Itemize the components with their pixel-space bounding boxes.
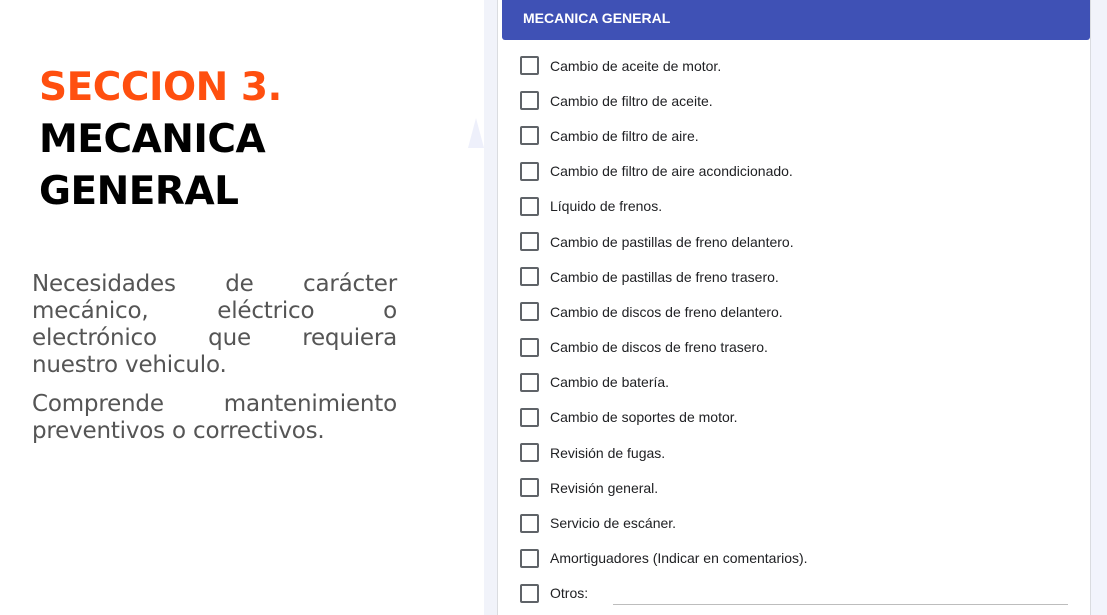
description-paragraph-2: Comprende mantenimiento preventivos o co… [32, 391, 397, 444]
checkbox[interactable] [520, 407, 539, 427]
decorative-stripe [1091, 30, 1107, 615]
checkbox[interactable] [520, 478, 539, 498]
checkbox[interactable] [520, 337, 539, 357]
checkbox-option[interactable]: Revisión general. [520, 470, 1080, 505]
page: SECCION 3. MECANICA GENERAL Necesidades … [0, 0, 1107, 615]
checkbox-option[interactable]: Revisión de fugas. [520, 435, 1080, 470]
form-card: MECANICA GENERAL Cambio de aceite de mot… [497, 0, 1091, 615]
checkbox-label: Cambio de pastillas de freno delantero. [550, 233, 794, 250]
checkbox-label: Cambio de filtro de aceite. [550, 92, 713, 109]
checkbox[interactable] [520, 126, 539, 146]
intro-column: SECCION 3. MECANICA GENERAL Necesidades … [0, 0, 470, 615]
checkbox-option[interactable]: Servicio de escáner. [520, 505, 1080, 540]
checkbox-option[interactable]: Cambio de filtro de aire acondicionado. [520, 154, 1080, 189]
section-description: Necesidades de carácter mecánico, eléctr… [32, 271, 397, 457]
section-title-line2: GENERAL [39, 169, 239, 214]
checkbox-option[interactable]: Cambio de soportes de motor. [520, 400, 1080, 435]
checkbox-label: Líquido de frenos. [550, 198, 663, 215]
checkbox-option[interactable]: Cambio de filtro de aire. [520, 118, 1080, 153]
checkbox-label: Cambio de pastillas de freno trasero. [550, 268, 779, 285]
section-label: SECCION 3. [39, 65, 282, 110]
checkbox-option[interactable]: Amortiguadores (Indicar en comentarios). [520, 541, 1080, 576]
checkbox-list: Cambio de aceite de motor. Cambio de filt… [520, 48, 1080, 576]
checkbox[interactable] [520, 196, 539, 216]
checkbox[interactable] [520, 443, 539, 463]
checkbox-option[interactable]: Cambio de aceite de motor. [520, 48, 1080, 83]
checkbox-label: Revisión general. [550, 479, 659, 496]
section-heading: SECCION 3. MECANICA GENERAL [39, 62, 459, 218]
checkbox-option[interactable]: Cambio de pastillas de freno delantero. [520, 224, 1080, 259]
checkbox-option[interactable]: Cambio de filtro de aceite. [520, 83, 1080, 118]
checkbox-label: Cambio de discos de freno trasero. [550, 339, 768, 356]
other-label: Otros: [550, 585, 589, 601]
checkbox-label: Cambio de discos de freno delantero. [550, 303, 783, 320]
checkbox[interactable] [520, 513, 539, 533]
section-title-line1: MECANICA [39, 117, 266, 162]
checkbox[interactable] [520, 267, 539, 287]
checkbox-label: Cambio de aceite de motor. [550, 57, 722, 74]
checkbox-label: Cambio de soportes de motor. [550, 409, 738, 426]
checkbox-option[interactable]: Cambio de discos de freno trasero. [520, 330, 1080, 365]
checkbox[interactable] [520, 372, 539, 392]
checkbox[interactable] [520, 161, 539, 181]
other-text-input[interactable] [613, 603, 1068, 605]
checkbox-label: Servicio de escáner. [550, 515, 677, 532]
checkbox[interactable] [520, 91, 539, 111]
checkbox[interactable] [520, 302, 539, 322]
decorative-shape [468, 118, 484, 148]
description-paragraph-1: Necesidades de carácter mecánico, eléctr… [32, 271, 397, 378]
other-checkbox[interactable] [520, 583, 539, 603]
checkbox-option[interactable]: Cambio de discos de freno delantero. [520, 294, 1080, 329]
checkbox-label: Revisión de fugas. [550, 444, 666, 461]
checkbox-option[interactable]: Cambio de batería. [520, 365, 1080, 400]
checkbox-option[interactable]: Líquido de frenos. [520, 189, 1080, 224]
checkbox-label: Cambio de filtro de aire. [550, 127, 699, 144]
checkbox-label: Amortiguadores (Indicar en comentarios). [550, 550, 808, 567]
checkbox-label: Cambio de batería. [550, 374, 670, 391]
checkbox[interactable] [520, 548, 539, 568]
checkbox-label: Cambio de filtro de aire acondicionado. [550, 163, 793, 180]
other-option[interactable]: Otros: [520, 576, 1080, 610]
checkbox[interactable] [520, 232, 539, 252]
form-section-header: MECANICA GENERAL [502, 0, 1090, 40]
checkbox-option[interactable]: Cambio de pastillas de freno trasero. [520, 259, 1080, 294]
checkbox[interactable] [520, 56, 539, 76]
